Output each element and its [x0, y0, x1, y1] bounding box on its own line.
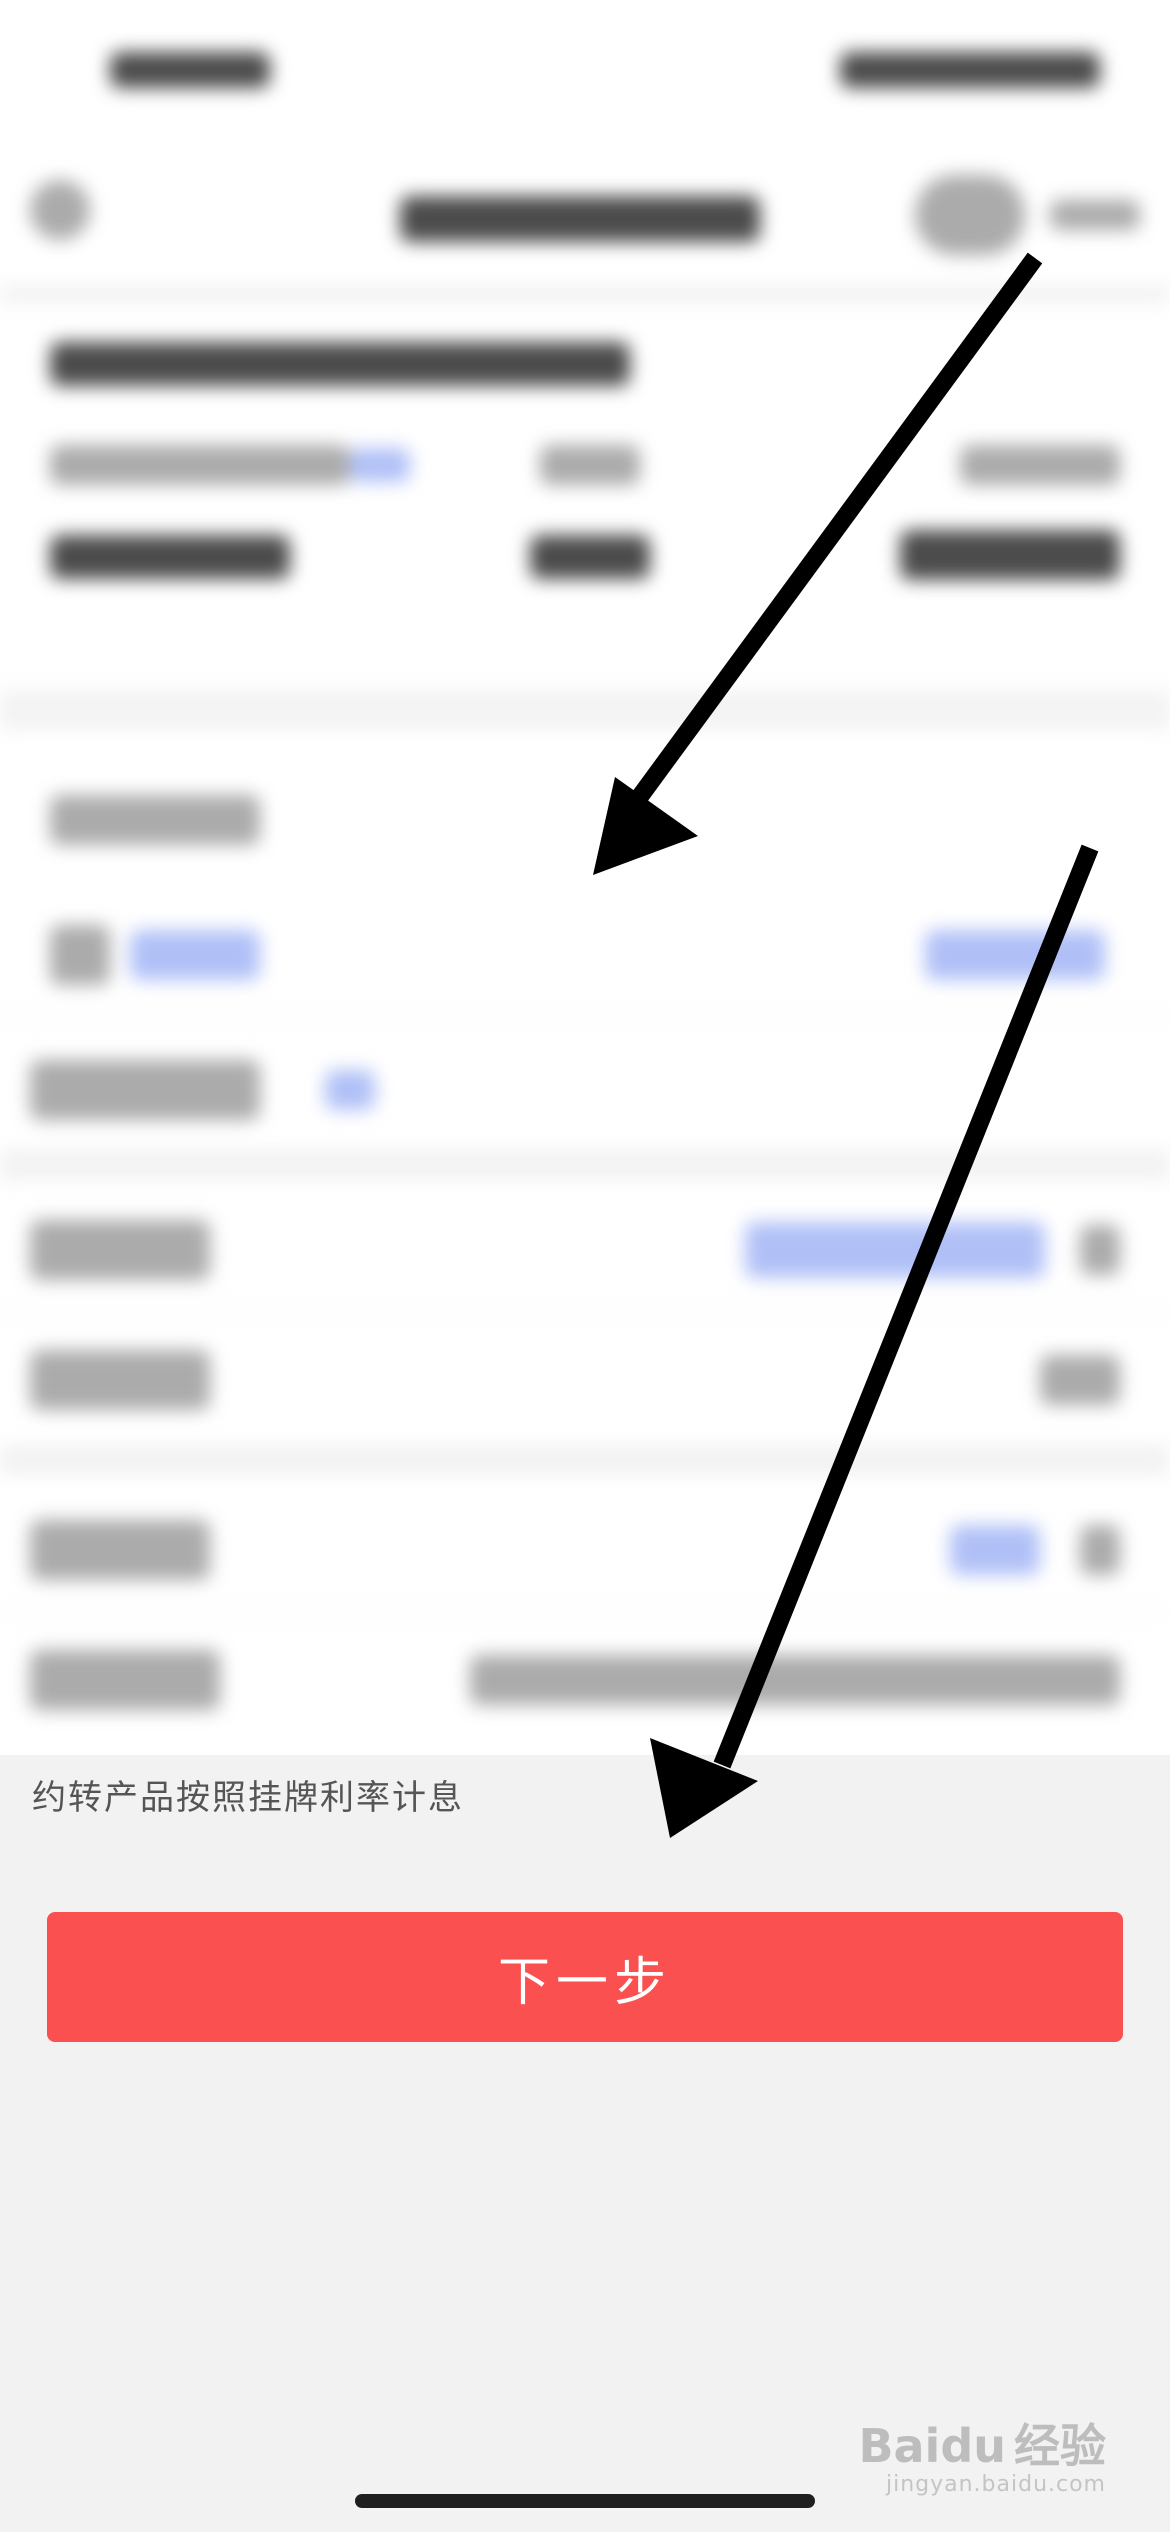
- watermark-brand-cn: 经验: [1014, 2419, 1106, 2473]
- arrow-annotation-lower: [650, 844, 1099, 1838]
- watermark-brand: Baidu: [858, 2419, 1006, 2473]
- annotation-arrows: [593, 252, 1099, 1838]
- baidu-jingyan-watermark: Baidu 经验 jingyan.baidu.com: [858, 2410, 1106, 2497]
- app-screen: 约转产品按照挂牌利率计息 下一步 Baidu 经验 jingyan.baidu.…: [0, 0, 1170, 2532]
- watermark-url: jingyan.baidu.com: [885, 2472, 1106, 2497]
- home-indicator[interactable]: [355, 2494, 815, 2508]
- arrow-annotation-upper: [593, 252, 1043, 875]
